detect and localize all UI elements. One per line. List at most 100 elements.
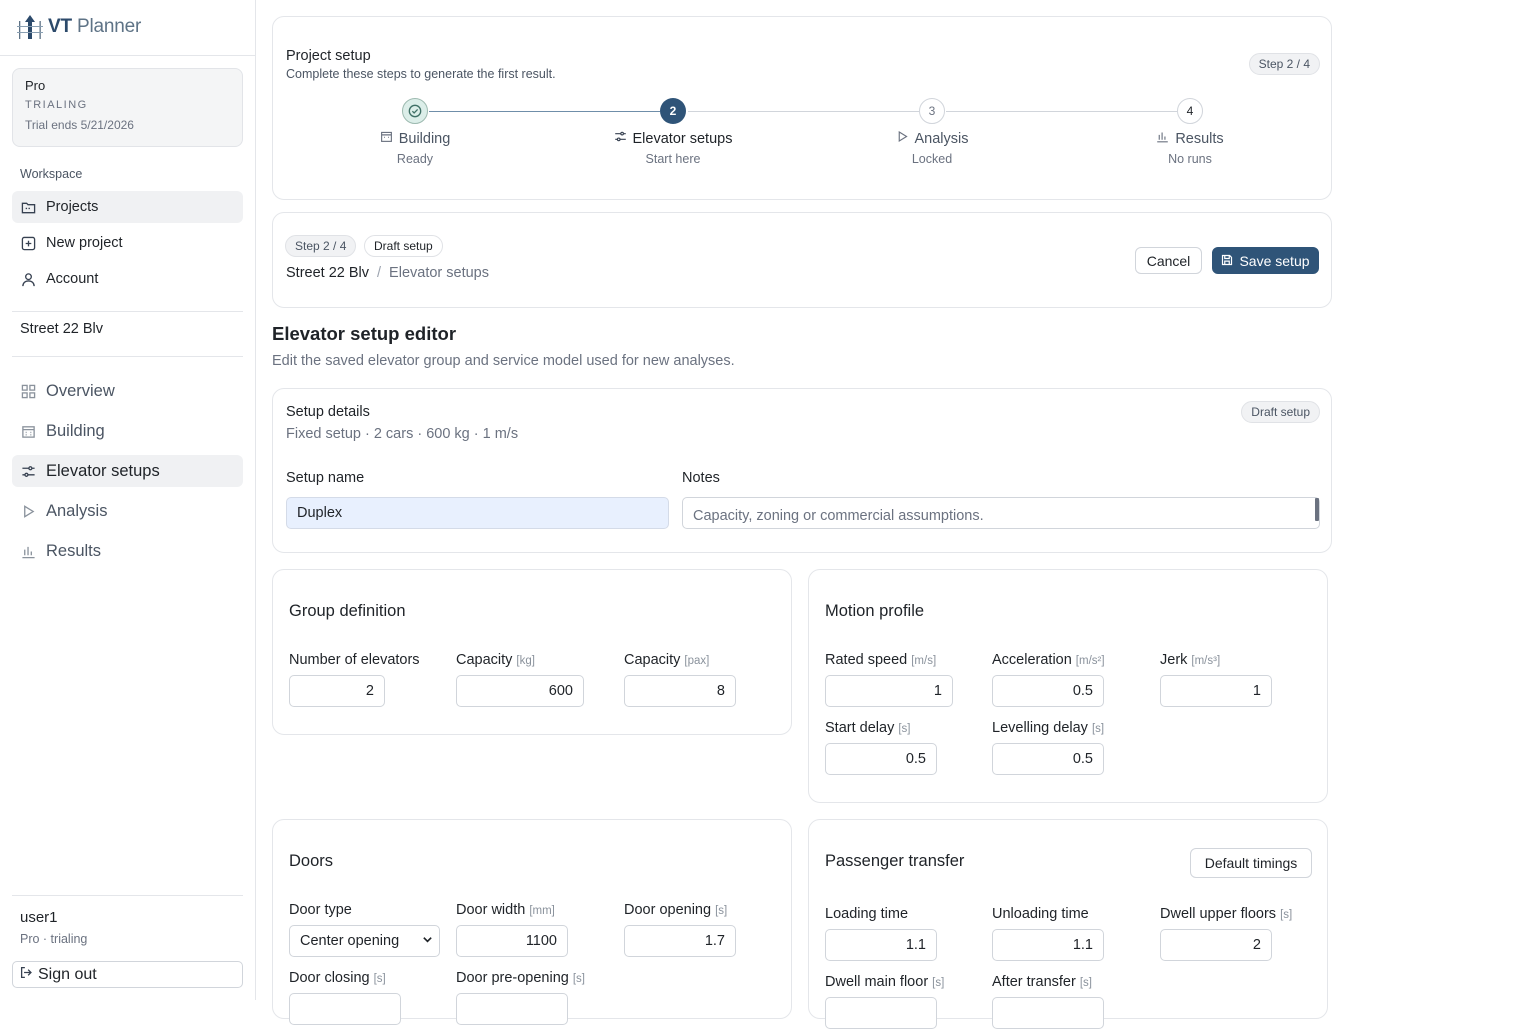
- sidebar-item-results[interactable]: Results: [12, 535, 243, 567]
- sidebar-item-label: Overview: [46, 381, 115, 400]
- field-label: Jerk [m/s³]: [1160, 652, 1221, 668]
- door-type-select[interactable]: Center opening: [289, 925, 440, 957]
- save-label: Save setup: [1239, 252, 1310, 269]
- sidebar-item-label: Projects: [46, 199, 99, 215]
- section-title: Passenger transfer: [825, 852, 965, 870]
- setup-details-card: Setup details Fixed setup · 2 cars · 600…: [272, 388, 1332, 553]
- default-timings-button[interactable]: Default timings: [1190, 848, 1312, 878]
- trial-end-date: Trial ends 5/21/2026: [25, 118, 134, 132]
- sign-out-label: Sign out: [38, 965, 97, 983]
- field-label: Dwell main floor [s]: [825, 974, 945, 990]
- unloading-time-input[interactable]: 1.1: [992, 929, 1104, 961]
- user-plan: Pro · trialing: [20, 932, 88, 946]
- divider: [12, 356, 243, 357]
- breadcrumb-current: Elevator setups: [389, 265, 489, 281]
- step-label: Elevator setups: [632, 130, 733, 147]
- door-closing-input[interactable]: [289, 993, 401, 1025]
- rated-speed-input[interactable]: 1: [825, 675, 953, 707]
- elevator-count-input[interactable]: 2: [289, 675, 385, 707]
- dwell-main-input[interactable]: [825, 997, 937, 1029]
- step-elevator-setups[interactable]: 2 Elevator setups Start here: [573, 98, 773, 166]
- setup-name-input[interactable]: Duplex: [286, 497, 669, 529]
- step-analysis[interactable]: 3 Analysis Locked: [832, 98, 1032, 166]
- brand-logo[interactable]: VT Planner: [16, 12, 141, 42]
- plan-card: Pro TRIALING Trial ends 5/21/2026: [12, 68, 243, 147]
- field-label: Dwell upper floors [s]: [1160, 906, 1293, 922]
- step-results[interactable]: 4 Results No runs: [1090, 98, 1290, 166]
- textarea-resize-handle[interactable]: [1315, 498, 1319, 521]
- brand-name: VT Planner: [48, 16, 142, 37]
- field-label: After transfer [s]: [992, 974, 1092, 990]
- levelling-delay-input[interactable]: 0.5: [992, 743, 1104, 775]
- step-building[interactable]: Building Ready: [315, 98, 515, 166]
- sidebar-item-label: Building: [46, 421, 105, 440]
- divider: [12, 895, 243, 896]
- sidebar-item-label: Account: [46, 271, 99, 287]
- user-name: user1: [20, 909, 58, 926]
- save-setup-button[interactable]: Save setup: [1212, 247, 1319, 274]
- sidebar-item-account[interactable]: Account: [12, 263, 243, 295]
- folder-icon: [20, 199, 36, 215]
- passenger-transfer-card: Passenger transfer Default timings Loadi…: [808, 819, 1328, 1029]
- cancel-button[interactable]: Cancel: [1135, 247, 1202, 274]
- motion-profile-card: Motion profile Rated speed [m/s] 1 Accele…: [808, 569, 1328, 803]
- step-label: Results: [1175, 130, 1224, 147]
- section-title: Group definition: [289, 602, 406, 620]
- building-icon: [20, 423, 36, 439]
- after-transfer-input[interactable]: [992, 997, 1104, 1029]
- field-label: Loading time: [825, 906, 909, 922]
- step-status: Ready: [396, 152, 434, 166]
- step-status: No runs: [1168, 152, 1212, 166]
- step-label: Building: [398, 130, 451, 147]
- step-status: Locked: [911, 152, 953, 166]
- sidebar-item-label: Elevator setups: [46, 461, 160, 480]
- field-label: Unloading time: [992, 906, 1089, 922]
- breadcrumb-project[interactable]: Street 22 Blv: [286, 265, 369, 281]
- draft-badge: Draft setup: [364, 235, 443, 257]
- sliders-icon: [614, 130, 627, 147]
- capacity-kg-input[interactable]: 600: [456, 675, 584, 707]
- sidebar-item-analysis[interactable]: Analysis: [12, 495, 243, 527]
- sign-out-button[interactable]: Sign out: [12, 961, 243, 988]
- sidebar-item-projects[interactable]: Projects: [12, 191, 243, 223]
- start-delay-input[interactable]: 0.5: [825, 743, 937, 775]
- user-icon: [20, 271, 36, 287]
- field-label: Door closing [s]: [289, 970, 386, 986]
- sidebar-item-overview[interactable]: Overview: [12, 375, 243, 407]
- sign-out-icon: [20, 966, 33, 984]
- acceleration-input[interactable]: 0.5: [992, 675, 1104, 707]
- loading-time-input[interactable]: 1.1: [825, 929, 937, 961]
- check-circle-icon: [408, 104, 422, 118]
- sliders-icon: [20, 463, 36, 479]
- plus-square-icon: [20, 235, 36, 251]
- plan-status: TRIALING: [25, 99, 88, 111]
- page-subtitle: Edit the saved elevator group and servic…: [272, 353, 735, 369]
- capacity-pax-input[interactable]: 8: [624, 675, 736, 707]
- field-label: Start delay [s]: [825, 720, 911, 736]
- page-title: Elevator setup editor: [272, 323, 457, 344]
- editor-header-card: Step 2 / 4 Draft setup Street 22 Blv / E…: [272, 212, 1332, 308]
- field-label: Door pre-opening [s]: [456, 970, 585, 986]
- step-number: 2: [660, 98, 686, 124]
- door-opening-input[interactable]: 1.7: [624, 925, 736, 957]
- sidebar: VT Planner Pro TRIALING Trial ends 5/21/…: [0, 0, 256, 1000]
- play-icon: [20, 503, 36, 519]
- workspace-label: Workspace: [20, 167, 83, 181]
- door-width-input[interactable]: 1100: [456, 925, 568, 957]
- setup-summary: Fixed setup · 2 cars · 600 kg · 1 m/s: [286, 426, 519, 442]
- sidebar-item-elevator-setups[interactable]: Elevator setups: [12, 455, 243, 487]
- current-project-name: Street 22 Blv: [20, 321, 104, 337]
- dwell-upper-input[interactable]: 2: [1160, 929, 1272, 961]
- setup-name-label: Setup name: [286, 470, 365, 486]
- step-number: 4: [1177, 98, 1203, 124]
- door-preopening-input[interactable]: [456, 993, 568, 1025]
- divider: [0, 55, 255, 56]
- sidebar-item-building[interactable]: Building: [12, 415, 243, 447]
- notes-label: Notes: [682, 470, 720, 486]
- jerk-input[interactable]: 1: [1160, 675, 1272, 707]
- step-badge: Step 2 / 4: [1248, 53, 1320, 75]
- notes-textarea[interactable]: Capacity, zoning or commercial assumptio…: [682, 497, 1320, 529]
- plan-name: Pro: [25, 78, 46, 93]
- sidebar-item-new-project[interactable]: New project: [12, 227, 243, 259]
- draft-badge: Draft setup: [1241, 401, 1320, 423]
